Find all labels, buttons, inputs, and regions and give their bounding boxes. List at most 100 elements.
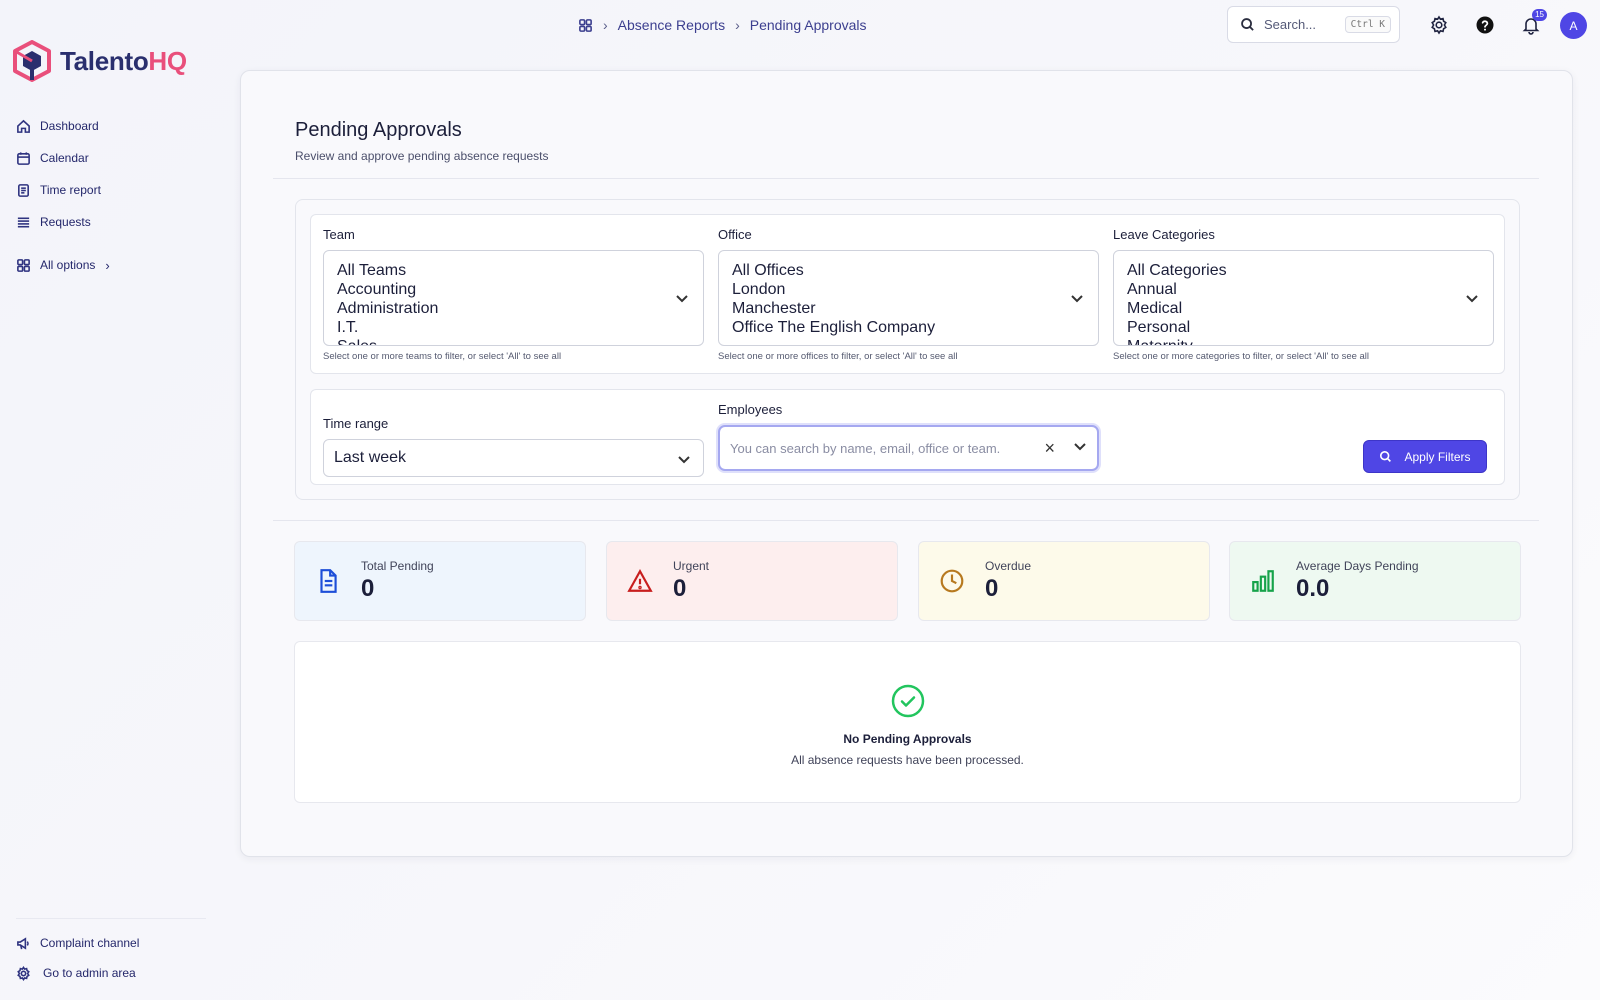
categories-multiselect[interactable]: All Categories Annual Medical Personal M… bbox=[1113, 250, 1494, 346]
apply-filters-button[interactable]: Apply Filters bbox=[1363, 440, 1487, 473]
sidebar-item-label: Calendar bbox=[40, 151, 89, 165]
sidebar-item-dashboard[interactable]: Dashboard bbox=[16, 110, 216, 142]
office-option[interactable]: Office The English Company bbox=[732, 318, 1098, 337]
stat-value: 0 bbox=[361, 575, 375, 602]
filter-group-primary: Team All Teams Accounting Administration… bbox=[310, 214, 1505, 374]
empty-state-title: No Pending Approvals bbox=[843, 732, 972, 746]
search-icon bbox=[1241, 18, 1254, 31]
stat-value: 0 bbox=[985, 575, 999, 602]
global-search[interactable]: Search... Ctrl K bbox=[1227, 6, 1400, 43]
empty-state: No Pending Approvals All absence request… bbox=[294, 641, 1521, 803]
filter-group-secondary: Time range Last week Employees You can s… bbox=[310, 389, 1505, 485]
logo-cube-icon bbox=[13, 40, 51, 82]
warning-icon bbox=[627, 569, 653, 592]
help-button[interactable] bbox=[1474, 14, 1496, 36]
list-icon bbox=[17, 216, 30, 228]
breadcrumb-absence-reports[interactable]: Absence Reports bbox=[618, 17, 725, 33]
bar-chart-icon bbox=[1252, 570, 1274, 592]
breadcrumb-separator: › bbox=[735, 17, 740, 33]
sidebar-item-all-options[interactable]: All options › bbox=[16, 249, 216, 281]
grid-icon[interactable] bbox=[578, 18, 593, 33]
page-subtitle: Review and approve pending absence reque… bbox=[295, 149, 549, 163]
team-option[interactable]: Administration bbox=[337, 299, 703, 318]
filters-panel: Team All Teams Accounting Administration… bbox=[295, 199, 1520, 500]
time-range-filter: Time range Last week bbox=[323, 416, 704, 477]
team-option[interactable]: I.T. bbox=[337, 318, 703, 337]
check-circle-icon bbox=[891, 684, 924, 718]
help-icon bbox=[1476, 16, 1494, 34]
settings-button[interactable] bbox=[1428, 14, 1450, 36]
grid-icon bbox=[17, 258, 30, 272]
notifications-button[interactable]: 15 bbox=[1520, 9, 1547, 36]
sidebar-item-complaint-channel[interactable]: Complaint channel bbox=[16, 928, 216, 958]
office-option[interactable]: All Offices bbox=[732, 261, 1098, 280]
sidebar-nav: Dashboard Calendar Time report Requests … bbox=[16, 110, 216, 281]
category-option[interactable]: Personal bbox=[1127, 318, 1493, 337]
gear-icon bbox=[17, 965, 30, 981]
stat-value: 0.0 bbox=[1296, 575, 1330, 602]
main-panel: Pending Approvals Review and approve pen… bbox=[240, 70, 1573, 857]
team-option[interactable]: All Teams bbox=[337, 261, 703, 280]
sidebar-item-time-report[interactable]: Time report bbox=[16, 174, 216, 206]
office-option[interactable]: Manchester bbox=[732, 299, 1098, 318]
chevron-down-icon bbox=[675, 291, 689, 310]
stat-card-urgent: Urgent 0 bbox=[606, 541, 898, 621]
office-label: Office bbox=[718, 227, 752, 242]
office-option[interactable]: London bbox=[732, 280, 1098, 299]
stat-label: Urgent bbox=[673, 559, 710, 573]
team-help-text: Select one or more teams to filter, or s… bbox=[323, 351, 562, 362]
office-help-text: Select one or more offices to filter, or… bbox=[718, 351, 958, 362]
document-icon bbox=[320, 569, 337, 593]
stat-card-average-days: Average Days Pending 0.0 bbox=[1229, 541, 1521, 621]
sidebar-item-label: Requests bbox=[40, 215, 91, 229]
sidebar-item-label: Complaint channel bbox=[40, 936, 140, 950]
search-placeholder: Search... bbox=[1264, 17, 1317, 32]
user-avatar[interactable]: A bbox=[1560, 12, 1587, 39]
team-multiselect[interactable]: All Teams Accounting Administration I.T.… bbox=[323, 250, 704, 346]
chevron-down-icon bbox=[677, 452, 691, 471]
employees-search-input[interactable]: You can search by name, email, office or… bbox=[718, 425, 1099, 471]
report-icon bbox=[18, 183, 29, 197]
divider bbox=[273, 178, 1539, 179]
team-filter: Team All Teams Accounting Administration… bbox=[323, 227, 704, 362]
chevron-down-icon[interactable] bbox=[1073, 439, 1087, 458]
employees-filter: Employees You can search by name, email,… bbox=[718, 402, 1099, 471]
page-title: Pending Approvals bbox=[295, 119, 462, 141]
sidebar-divider bbox=[16, 918, 206, 919]
time-range-select[interactable]: Last week bbox=[323, 439, 704, 477]
category-option[interactable]: Medical bbox=[1127, 299, 1493, 318]
team-label: Team bbox=[323, 227, 355, 242]
stat-label: Average Days Pending bbox=[1296, 559, 1419, 573]
employees-placeholder: You can search by name, email, office or… bbox=[730, 440, 1001, 456]
employees-label: Employees bbox=[718, 402, 783, 417]
gear-icon bbox=[1431, 15, 1447, 35]
sidebar-item-label: Go to admin area bbox=[43, 966, 136, 980]
chevron-down-icon bbox=[1070, 291, 1084, 310]
sidebar-item-admin-area[interactable]: Go to admin area bbox=[16, 958, 216, 988]
calendar-icon bbox=[17, 151, 30, 165]
categories-filter: Leave Categories All Categories Annual M… bbox=[1113, 227, 1494, 362]
category-option[interactable]: Maternity bbox=[1127, 337, 1493, 345]
sidebar-item-calendar[interactable]: Calendar bbox=[16, 142, 216, 174]
breadcrumb-pending-approvals[interactable]: Pending Approvals bbox=[750, 17, 867, 33]
categories-label: Leave Categories bbox=[1113, 227, 1215, 242]
sidebar-item-label: Dashboard bbox=[40, 119, 99, 133]
notification-count-badge: 15 bbox=[1532, 9, 1547, 21]
apply-filters-label: Apply Filters bbox=[1404, 449, 1471, 464]
divider bbox=[273, 520, 1539, 521]
category-option[interactable]: All Categories bbox=[1127, 261, 1493, 280]
sidebar-item-requests[interactable]: Requests bbox=[16, 206, 216, 238]
office-filter: Office All Offices London Manchester Off… bbox=[718, 227, 1099, 362]
stat-label: Total Pending bbox=[361, 559, 434, 573]
stat-value: 0 bbox=[673, 575, 687, 602]
stat-card-overdue: Overdue 0 bbox=[918, 541, 1210, 621]
team-option[interactable]: Accounting bbox=[337, 280, 703, 299]
category-option[interactable]: Annual bbox=[1127, 280, 1493, 299]
sidebar-item-label: Time report bbox=[40, 183, 101, 197]
team-option[interactable]: Sales bbox=[337, 337, 703, 345]
chevron-right-icon: › bbox=[105, 257, 110, 273]
app-logo[interactable]: TalentoHQ bbox=[12, 40, 187, 82]
clear-icon[interactable]: × bbox=[1044, 438, 1055, 459]
sidebar-bottom-nav: Complaint channel Go to admin area bbox=[16, 928, 216, 988]
office-multiselect[interactable]: All Offices London Manchester Office The… bbox=[718, 250, 1099, 346]
